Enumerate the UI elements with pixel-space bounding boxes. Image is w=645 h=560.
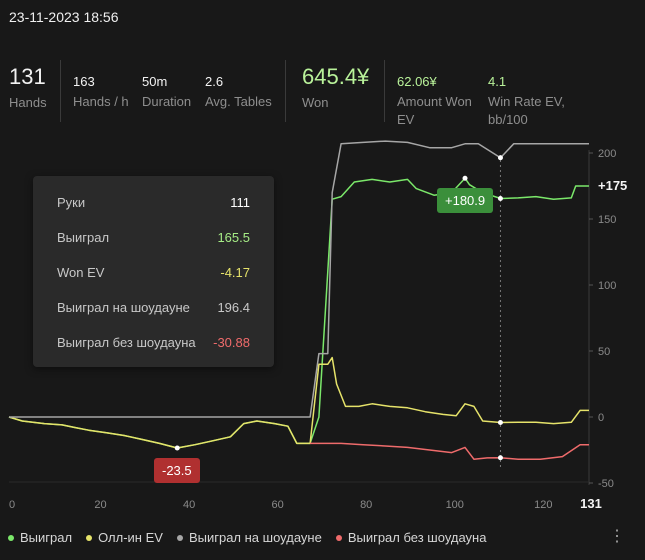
- data-point-marker: [174, 445, 180, 451]
- chart-legend: Выиграл Олл-ин EV Выиграл на шоудауне Вы…: [8, 530, 486, 545]
- legend-dot: [8, 534, 14, 541]
- x-tick-label: 20: [94, 499, 106, 511]
- data-point-marker: [497, 420, 503, 426]
- legend-label: Выиграл на шоудауне: [188, 530, 322, 545]
- x-tick-label: 40: [183, 499, 195, 511]
- legend-item[interactable]: Выиграл: [8, 530, 72, 545]
- stat-hands-per-hour: 163 Hands / h: [73, 58, 129, 111]
- stat-duration-value: 50m: [142, 74, 168, 89]
- tooltip-row: Won EV -4.17: [57, 265, 250, 283]
- stat-divider: [60, 60, 61, 122]
- stat-avg-tables: 2.6 Avg. Tables: [205, 58, 272, 111]
- x-tick-label: 80: [360, 499, 372, 511]
- max-value-badge: +180.9: [437, 188, 494, 213]
- series-line: [310, 442, 589, 460]
- stat-hands-label: Hands: [9, 95, 47, 110]
- x-tick-label: 60: [272, 499, 284, 511]
- legend-item[interactable]: Выиграл на шоудауне: [176, 530, 322, 545]
- stat-won: 645.4¥ Won: [302, 58, 369, 112]
- tooltip-row-label: Won EV: [57, 265, 105, 280]
- y-tick-label: 0: [598, 412, 604, 424]
- data-point-marker: [497, 455, 503, 461]
- legend-label: Выиграл: [20, 530, 73, 545]
- tooltip-row-value: -30.88: [213, 335, 250, 350]
- session-date: 23-11-2023 18:56: [9, 9, 119, 25]
- x-tick-label: 120: [534, 499, 552, 511]
- end-value-label: +175: [598, 178, 628, 193]
- stat-divider: [285, 60, 286, 122]
- x-tick-label: 0: [9, 499, 15, 511]
- stat-amount-won-ev: 62.06¥ Amount Won EV: [397, 58, 481, 129]
- y-tick-label: -50: [598, 478, 614, 490]
- stat-won-label: Won: [302, 95, 329, 110]
- tooltip-row: Выиграл без шоудауна -30.88: [57, 335, 250, 353]
- x-tick-label: 131: [580, 496, 602, 511]
- stat-hands-per-hour-value: 163: [73, 74, 95, 89]
- y-tick-label: 100: [598, 280, 616, 292]
- stats-bar: 131 Hands 163 Hands / h 50m Duration 2.6…: [0, 58, 645, 130]
- tooltip-row-label: Руки: [57, 195, 86, 210]
- more-options-icon[interactable]: ⋮: [609, 526, 625, 546]
- stat-amount-won-ev-value: 62.06¥: [397, 74, 437, 89]
- stat-hands: 131 Hands: [9, 58, 47, 112]
- legend-dot: [176, 534, 183, 541]
- series-line: [8, 356, 589, 449]
- y-tick-label: 150: [598, 214, 616, 226]
- tooltip-row-label: Выиграл на шоудауне: [57, 300, 190, 315]
- legend-item[interactable]: Олл-ин EV: [86, 530, 163, 545]
- tooltip-row-value: 196.4: [217, 300, 250, 315]
- y-tick-label: 50: [598, 346, 610, 358]
- tooltip-row: Выиграл на шоудауне 196.4: [57, 300, 250, 318]
- tooltip-row-label: Выиграл без шоудауна: [57, 335, 196, 350]
- stat-avg-tables-value: 2.6: [205, 74, 224, 89]
- data-point-marker: [462, 175, 468, 181]
- stat-hands-value: 131: [9, 64, 46, 89]
- stat-avg-tables-label: Avg. Tables: [205, 94, 272, 109]
- hover-tooltip: Руки 111 Выиграл 165.5 Won EV -4.17 Выиг…: [33, 176, 274, 367]
- tooltip-row: Выиграл 165.5: [57, 230, 250, 248]
- x-tick-label: 100: [446, 499, 464, 511]
- legend-dot: [86, 534, 93, 541]
- stat-amount-won-ev-label: Amount Won EV: [397, 94, 472, 127]
- stat-duration: 50m Duration: [142, 58, 191, 111]
- tooltip-row: Руки 111: [57, 195, 250, 213]
- tooltip-row-value: 165.5: [217, 230, 250, 245]
- y-tick-label: 200: [598, 148, 616, 160]
- tooltip-row-value: -4.17: [220, 265, 250, 280]
- stat-duration-label: Duration: [142, 94, 192, 109]
- legend-label: Выиграл без шоудауна: [347, 530, 487, 545]
- legend-label: Олл-ин EV: [98, 530, 163, 545]
- legend-dot: [335, 534, 342, 541]
- tooltip-row-label: Выиграл: [57, 230, 110, 245]
- tooltip-row-value: 111: [230, 195, 250, 210]
- data-point-marker: [497, 155, 503, 161]
- stat-win-rate-ev: 4.1 Win Rate EV, bb/100: [488, 58, 568, 129]
- stat-hands-per-hour-label: Hands / h: [73, 94, 129, 109]
- legend-item[interactable]: Выиграл без шоудауна: [335, 530, 487, 545]
- stat-win-rate-ev-value: 4.1: [488, 74, 507, 89]
- data-point-marker: [497, 196, 503, 202]
- stat-win-rate-ev-label: Win Rate EV, bb/100: [488, 94, 565, 127]
- stat-divider: [384, 60, 385, 122]
- min-value-badge: -23.5: [154, 458, 200, 483]
- stat-won-value: 645.4¥: [302, 64, 370, 89]
